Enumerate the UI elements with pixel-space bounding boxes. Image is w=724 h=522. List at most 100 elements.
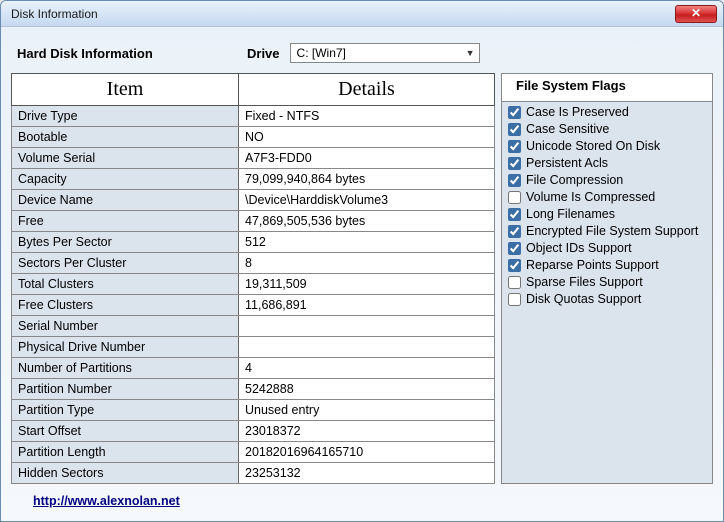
flag-row: Case Sensitive	[506, 121, 708, 138]
flag-label: Long Filenames	[526, 206, 615, 223]
flag-row: File Compression	[506, 172, 708, 189]
table-row: Bytes Per Sector512	[12, 232, 495, 253]
table-row: Partition Number5242888	[12, 379, 495, 400]
table-row: Physical Drive Number	[12, 337, 495, 358]
flag-checkbox[interactable]	[508, 157, 521, 170]
item-cell: Start Offset	[12, 421, 239, 442]
col-item-header: Item	[12, 74, 239, 106]
flag-label: Unicode Stored On Disk	[526, 138, 660, 155]
item-cell: Volume Serial	[12, 148, 239, 169]
flag-checkbox[interactable]	[508, 293, 521, 306]
drive-select[interactable]: C: [Win7] ▼	[290, 43, 480, 63]
flag-label: Object IDs Support	[526, 240, 632, 257]
details-cell: 20182016964165710	[239, 442, 495, 463]
info-table-wrap: Item Details Drive TypeFixed - NTFSBoota…	[11, 73, 495, 484]
website-link[interactable]: http://www.alexnolan.net	[33, 494, 180, 508]
details-cell: NO	[239, 127, 495, 148]
main-row: Item Details Drive TypeFixed - NTFSBoota…	[11, 73, 713, 484]
details-cell: 11,686,891	[239, 295, 495, 316]
flag-label: Case Sensitive	[526, 121, 609, 138]
flag-row: Disk Quotas Support	[506, 291, 708, 308]
flag-label: File Compression	[526, 172, 623, 189]
table-row: Partition Length20182016964165710	[12, 442, 495, 463]
item-cell: Free Clusters	[12, 295, 239, 316]
details-cell: 512	[239, 232, 495, 253]
details-cell: 19,311,509	[239, 274, 495, 295]
item-cell: Serial Number	[12, 316, 239, 337]
details-cell	[239, 337, 495, 358]
item-cell: Partition Length	[12, 442, 239, 463]
details-cell: 5242888	[239, 379, 495, 400]
details-cell: A7F3-FDD0	[239, 148, 495, 169]
flag-row: Long Filenames	[506, 206, 708, 223]
flag-row: Volume Is Compressed	[506, 189, 708, 206]
item-cell: Drive Type	[12, 106, 239, 127]
item-cell: Bytes Per Sector	[12, 232, 239, 253]
flag-label: Disk Quotas Support	[526, 291, 641, 308]
table-row: Device Name\Device\HarddiskVolume3	[12, 190, 495, 211]
flag-checkbox[interactable]	[508, 208, 521, 221]
flag-row: Reparse Points Support	[506, 257, 708, 274]
table-row: Start Offset23018372	[12, 421, 495, 442]
flag-label: Persistent Acls	[526, 155, 608, 172]
details-cell: 4	[239, 358, 495, 379]
details-cell: 8	[239, 253, 495, 274]
table-row: Free Clusters11,686,891	[12, 295, 495, 316]
hard-disk-info-label: Hard Disk Information	[17, 46, 247, 61]
table-row: Capacity79,099,940,864 bytes	[12, 169, 495, 190]
flags-panel: File System Flags Case Is PreservedCase …	[501, 73, 713, 484]
flags-title: File System Flags	[502, 74, 712, 102]
flag-checkbox[interactable]	[508, 225, 521, 238]
details-cell: 23253132	[239, 463, 495, 484]
flag-checkbox[interactable]	[508, 174, 521, 187]
table-row: Partition TypeUnused entry	[12, 400, 495, 421]
item-cell: Total Clusters	[12, 274, 239, 295]
flag-row: Encrypted File System Support	[506, 223, 708, 240]
flag-row: Object IDs Support	[506, 240, 708, 257]
content-area: Hard Disk Information Drive C: [Win7] ▼ …	[1, 27, 723, 514]
table-row: Drive TypeFixed - NTFS	[12, 106, 495, 127]
details-cell	[239, 316, 495, 337]
flag-row: Sparse Files Support	[506, 274, 708, 291]
item-cell: Number of Partitions	[12, 358, 239, 379]
item-cell: Partition Type	[12, 400, 239, 421]
flag-checkbox[interactable]	[508, 123, 521, 136]
table-row: Hidden Sectors23253132	[12, 463, 495, 484]
flag-label: Sparse Files Support	[526, 274, 643, 291]
item-cell: Bootable	[12, 127, 239, 148]
table-row: Volume SerialA7F3-FDD0	[12, 148, 495, 169]
close-icon: ✕	[691, 6, 701, 20]
details-cell: \Device\HarddiskVolume3	[239, 190, 495, 211]
info-table: Item Details Drive TypeFixed - NTFSBoota…	[11, 73, 495, 484]
flag-label: Volume Is Compressed	[526, 189, 655, 206]
item-cell: Sectors Per Cluster	[12, 253, 239, 274]
details-cell: 79,099,940,864 bytes	[239, 169, 495, 190]
flag-checkbox[interactable]	[508, 140, 521, 153]
table-row: Total Clusters19,311,509	[12, 274, 495, 295]
window-title: Disk Information	[11, 7, 675, 21]
flag-checkbox[interactable]	[508, 276, 521, 289]
table-row: Serial Number	[12, 316, 495, 337]
table-row: Sectors Per Cluster8	[12, 253, 495, 274]
details-cell: Fixed - NTFS	[239, 106, 495, 127]
flag-checkbox[interactable]	[508, 259, 521, 272]
close-button[interactable]: ✕	[675, 5, 717, 23]
drive-select-value: C: [Win7]	[297, 46, 346, 60]
flag-label: Reparse Points Support	[526, 257, 659, 274]
flag-row: Persistent Acls	[506, 155, 708, 172]
chevron-down-icon: ▼	[466, 48, 475, 58]
flag-checkbox[interactable]	[508, 242, 521, 255]
disk-info-window: Disk Information ✕ Hard Disk Information…	[0, 0, 724, 522]
details-cell: 23018372	[239, 421, 495, 442]
col-details-header: Details	[239, 74, 495, 106]
flag-checkbox[interactable]	[508, 191, 521, 204]
flag-row: Unicode Stored On Disk	[506, 138, 708, 155]
drive-label: Drive	[247, 46, 280, 61]
item-cell: Partition Number	[12, 379, 239, 400]
flag-label: Encrypted File System Support	[526, 223, 698, 240]
titlebar: Disk Information ✕	[1, 1, 723, 27]
table-row: BootableNO	[12, 127, 495, 148]
flag-checkbox[interactable]	[508, 106, 521, 119]
table-row: Free47,869,505,536 bytes	[12, 211, 495, 232]
flag-label: Case Is Preserved	[526, 104, 629, 121]
